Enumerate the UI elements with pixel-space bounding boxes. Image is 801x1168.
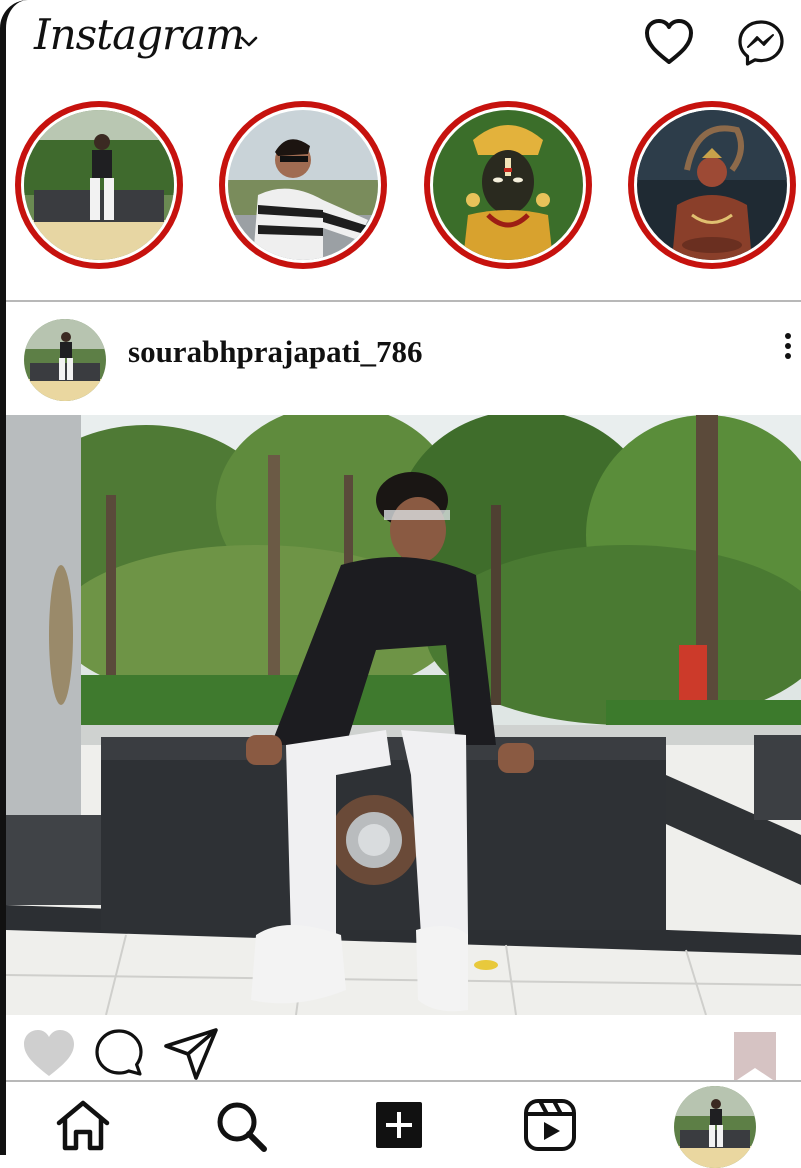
share-icon[interactable] xyxy=(162,1026,220,1080)
post-username[interactable]: sourabhprajapati_786 xyxy=(128,334,423,370)
messenger-icon[interactable] xyxy=(736,18,786,68)
add-post-icon[interactable] xyxy=(372,1098,430,1152)
post-actions xyxy=(6,1018,801,1082)
heart-icon[interactable] xyxy=(20,1026,78,1080)
story-avatar-2 xyxy=(228,110,378,260)
story-avatar-4 xyxy=(637,110,787,260)
reels-icon[interactable] xyxy=(522,1098,580,1152)
heart-icon[interactable] xyxy=(642,16,696,70)
search-icon[interactable] xyxy=(212,1098,270,1152)
stories-divider xyxy=(6,300,801,302)
story-avatar-3 xyxy=(433,110,583,260)
bottom-nav xyxy=(6,1080,801,1168)
story-item[interactable] xyxy=(219,101,387,269)
home-icon[interactable] xyxy=(54,1098,112,1152)
story-item[interactable] xyxy=(424,101,592,269)
stories-row xyxy=(6,98,801,276)
comment-icon[interactable] xyxy=(92,1026,146,1080)
post-header: sourabhprajapati_786 xyxy=(6,310,801,410)
top-header: Instagram xyxy=(6,0,801,92)
instagram-logo[interactable]: Instagram xyxy=(34,10,245,59)
profile-avatar[interactable] xyxy=(674,1086,756,1168)
more-options-icon[interactable] xyxy=(776,328,800,364)
story-item[interactable] xyxy=(628,101,796,269)
post-image[interactable] xyxy=(6,415,801,1015)
chevron-down-icon[interactable] xyxy=(238,30,260,52)
post-author-avatar[interactable] xyxy=(24,319,106,401)
story-avatar-1 xyxy=(24,110,174,260)
story-item[interactable] xyxy=(15,101,183,269)
bookmark-icon[interactable] xyxy=(732,1030,778,1084)
